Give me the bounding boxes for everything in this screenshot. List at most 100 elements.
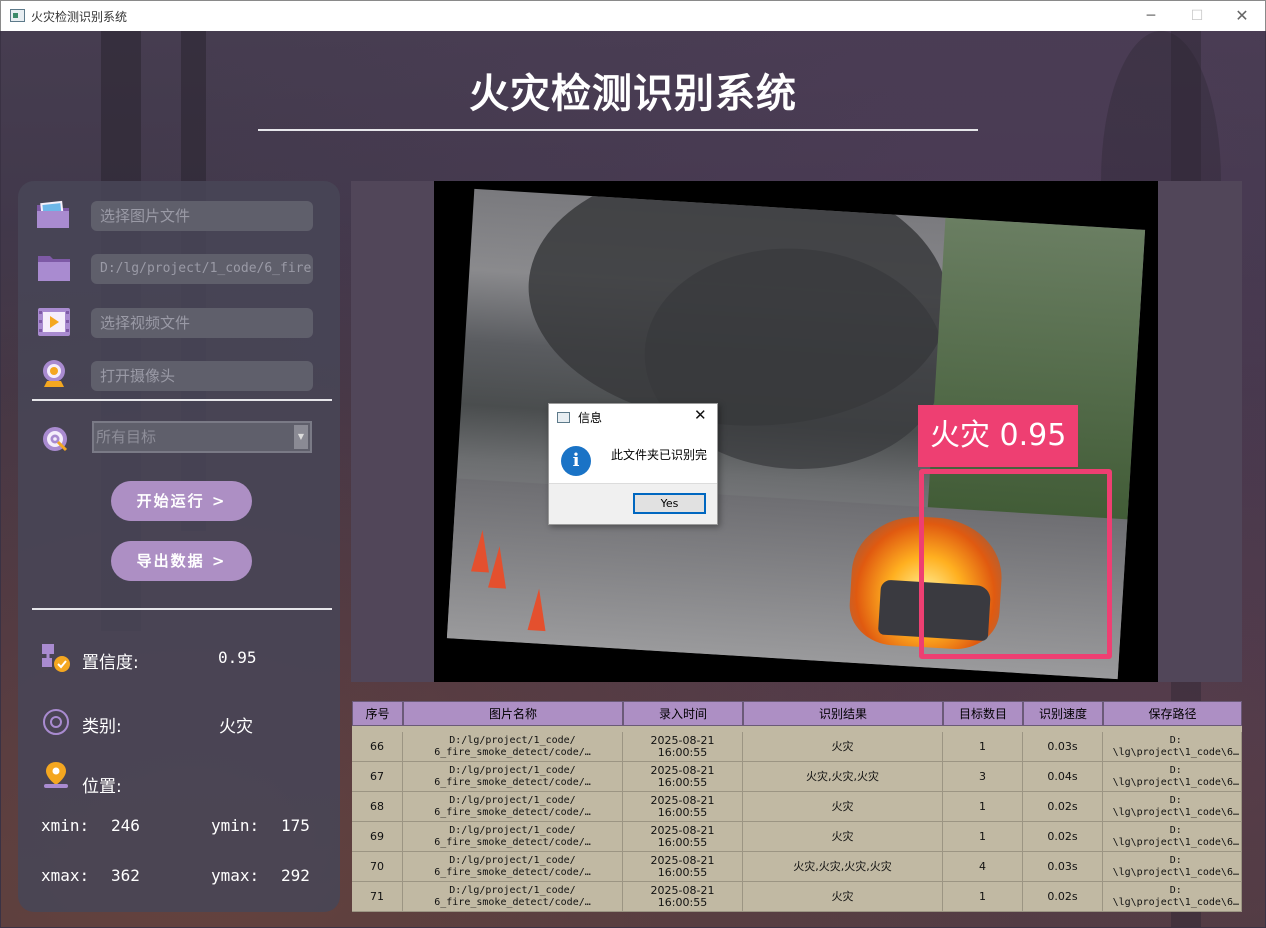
video-icon[interactable]	[38, 308, 72, 338]
cell-text: 0.03s	[1047, 860, 1078, 873]
table-cell-path: D: \lg\project\1_code\6…	[1103, 822, 1242, 852]
info-dialog: 信息 ✕ i 此文件夹已识别完 Yes	[548, 403, 718, 525]
table-cell-count: 3	[943, 762, 1023, 792]
confidence-label: 置信度:	[82, 653, 139, 673]
cell-text: 4	[979, 860, 986, 873]
column-header[interactable]: 序号	[352, 701, 403, 726]
minimize-button[interactable]: ─	[1128, 1, 1174, 31]
table-cell-time: 2025-08-21 16:00:55	[623, 762, 743, 792]
panel-divider-2	[32, 608, 332, 610]
table-cell-id: 69	[352, 822, 403, 852]
column-header[interactable]: 图片名称	[403, 701, 623, 726]
table-row[interactable]: 67 D:/lg/project/1_code/ 6_fire_smoke_det…	[352, 762, 1242, 792]
yes-button[interactable]: Yes	[633, 493, 706, 514]
cell-text: 69	[370, 830, 384, 843]
cell-text: 2025-08-21 16:00:55	[650, 764, 715, 789]
webcam-icon[interactable]	[39, 359, 73, 389]
close-icon[interactable]: ✕	[694, 406, 707, 424]
ymax-value: 292	[281, 866, 310, 885]
image-file-input[interactable]: 选择图片文件	[91, 201, 313, 231]
table-row[interactable]: 70 D:/lg/project/1_code/ 6_fire_smoke_det…	[352, 852, 1242, 882]
table-cell-result: 火灾	[743, 792, 943, 822]
close-button[interactable]: ✕	[1219, 1, 1265, 31]
column-header[interactable]: 识别结果	[743, 701, 943, 726]
maximize-button[interactable]: ☐	[1174, 1, 1220, 31]
table-cell-time: 2025-08-21 16:00:55	[623, 732, 743, 762]
confidence-value: 0.95	[218, 648, 257, 667]
info-icon: i	[561, 446, 591, 476]
cell-text: 0.02s	[1047, 830, 1078, 843]
table-cell-speed: 0.03s	[1023, 852, 1103, 882]
table-cell-count: 1	[943, 882, 1023, 912]
table-cell-result: 火灾	[743, 882, 943, 912]
table-cell-speed: 0.02s	[1023, 792, 1103, 822]
table-cell-name: D:/lg/project/1_code/ 6_fire_smoke_detec…	[403, 732, 623, 762]
cell-text: 1	[979, 890, 986, 903]
cell-text: 火灾	[831, 740, 854, 753]
detection-label: 火灾 0.95	[918, 405, 1078, 467]
panel-divider	[32, 399, 332, 401]
cell-text: D:/lg/project/1_code/ 6_fire_smoke_detec…	[434, 855, 591, 878]
app-icon	[10, 9, 25, 22]
table-cell-speed: 0.02s	[1023, 822, 1103, 852]
cell-text: D: \lg\project\1_code\6…	[1112, 855, 1239, 878]
target-select[interactable]: 所有目标 ▼	[92, 421, 312, 453]
column-header[interactable]: 目标数目	[943, 701, 1023, 726]
category-value: 火灾	[219, 717, 253, 737]
dialog-footer: Yes	[549, 483, 717, 524]
column-header[interactable]: 保存路径	[1103, 701, 1242, 726]
table-cell-count: 1	[943, 822, 1023, 852]
table-cell-count: 1	[943, 792, 1023, 822]
camera-input[interactable]: 打开摄像头	[91, 361, 313, 391]
table-cell-time: 2025-08-21 16:00:55	[623, 822, 743, 852]
table-cell-id: 70	[352, 852, 403, 882]
cell-text: 2025-08-21 16:00:55	[650, 824, 715, 849]
export-button[interactable]: 导出数据 >	[111, 541, 252, 581]
column-header[interactable]: 识别速度	[1023, 701, 1103, 726]
folder-path-input[interactable]: D:/lg/project/1_code/6_fire	[91, 254, 313, 284]
table-cell-count: 4	[943, 852, 1023, 882]
table-cell-path: D: \lg\project\1_code\6…	[1103, 732, 1242, 762]
xmax-value: 362	[111, 866, 140, 885]
cell-text: 70	[370, 860, 384, 873]
table-row[interactable]: 71 D:/lg/project/1_code/ 6_fire_smoke_det…	[352, 882, 1242, 912]
table-cell-path: D: \lg\project\1_code\6…	[1103, 852, 1242, 882]
xmin-value: 246	[111, 816, 140, 835]
table-row[interactable]: 69 D:/lg/project/1_code/ 6_fire_smoke_det…	[352, 822, 1242, 852]
cell-text: D: \lg\project\1_code\6…	[1112, 765, 1239, 788]
cell-text: 0.03s	[1047, 740, 1078, 753]
image-folder-icon[interactable]	[36, 199, 70, 229]
table-cell-speed: 0.03s	[1023, 732, 1103, 762]
table-cell-path: D: \lg\project\1_code\6…	[1103, 882, 1242, 912]
folder-icon[interactable]	[37, 253, 71, 283]
cell-text: 1	[979, 740, 986, 753]
cell-text: 2025-08-21 16:00:55	[650, 734, 715, 759]
start-button[interactable]: 开始运行 >	[111, 481, 252, 521]
cell-text: 火灾	[831, 890, 854, 903]
cell-text: D:/lg/project/1_code/ 6_fire_smoke_detec…	[434, 825, 591, 848]
table-cell-count: 1	[943, 732, 1023, 762]
cell-text: D:/lg/project/1_code/ 6_fire_smoke_detec…	[434, 795, 591, 818]
table-cell-speed: 0.04s	[1023, 762, 1103, 792]
video-file-input[interactable]: 选择视频文件	[91, 308, 313, 338]
table-cell-name: D:/lg/project/1_code/ 6_fire_smoke_detec…	[403, 882, 623, 912]
table-cell-time: 2025-08-21 16:00:55	[623, 882, 743, 912]
results-table: 序号 图片名称 录入时间 识别结果 目标数目 识别速度 保存路径 66 D:/lg…	[352, 701, 1242, 912]
column-header[interactable]: 录入时间	[623, 701, 743, 726]
cell-text: 0.04s	[1047, 770, 1078, 783]
cell-text: 2025-08-21 16:00:55	[650, 854, 715, 879]
table-cell-path: D: \lg\project\1_code\6…	[1103, 762, 1242, 792]
chevron-down-icon[interactable]: ▼	[294, 425, 308, 449]
table-row[interactable]: 68 D:/lg/project/1_code/ 6_fire_smoke_det…	[352, 792, 1242, 822]
cell-text: 1	[979, 800, 986, 813]
table-cell-name: D:/lg/project/1_code/ 6_fire_smoke_detec…	[403, 852, 623, 882]
cell-text: 火灾,火灾,火灾,火灾	[793, 860, 892, 873]
cell-text: 0.02s	[1047, 800, 1078, 813]
cell-text: D:/lg/project/1_code/ 6_fire_smoke_detec…	[434, 735, 591, 758]
table-row[interactable]: 66 D:/lg/project/1_code/ 6_fire_smoke_det…	[352, 732, 1242, 762]
dialog-app-icon	[557, 412, 570, 423]
table-cell-time: 2025-08-21 16:00:55	[623, 792, 743, 822]
xmin-label: xmin:	[41, 816, 90, 835]
location-pin-icon	[42, 761, 70, 789]
table-cell-speed: 0.02s	[1023, 882, 1103, 912]
